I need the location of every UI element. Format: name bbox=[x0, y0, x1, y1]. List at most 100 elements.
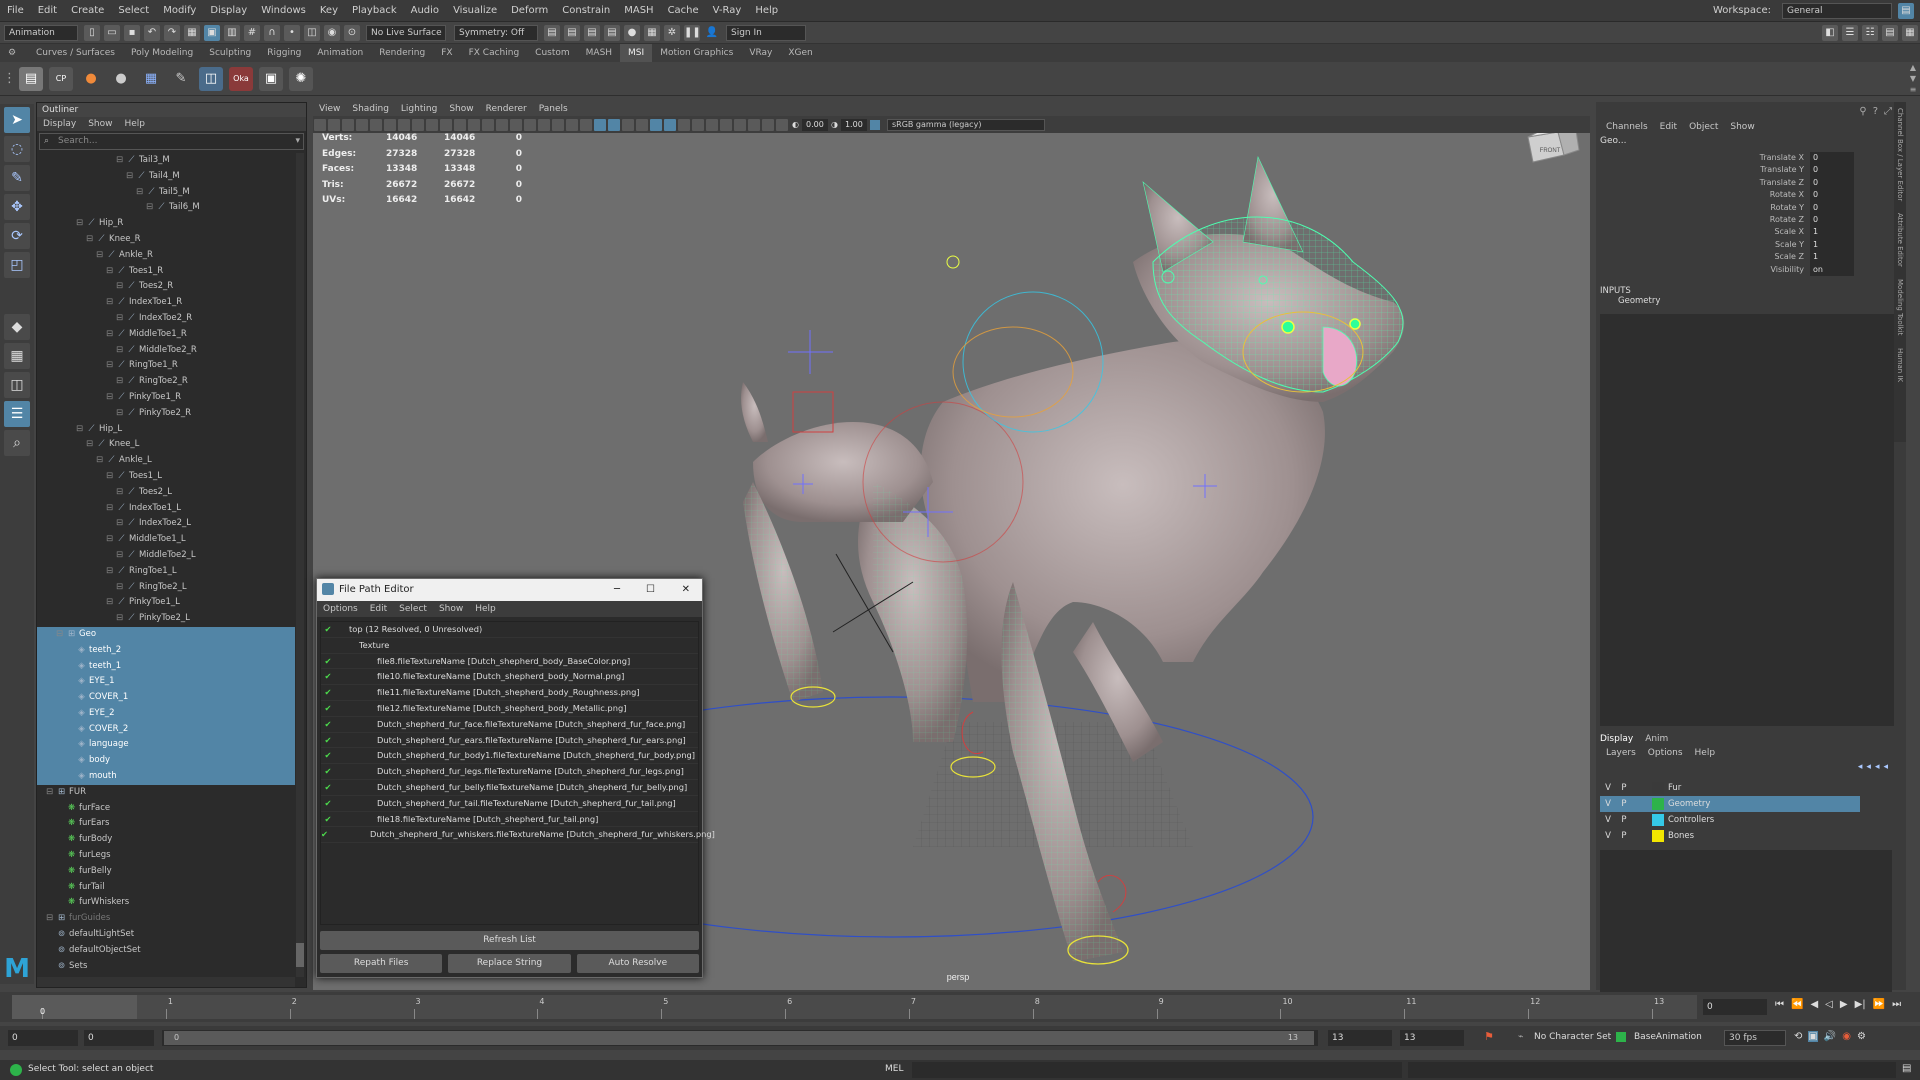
shelf-tab-polymodeling[interactable]: Poly Modeling bbox=[123, 44, 201, 62]
file-row[interactable]: ✔ file11.fileTextureName [Dutch_shepherd_… bbox=[321, 685, 698, 701]
layout-icon[interactable]: ▦ bbox=[1902, 24, 1918, 41]
layer-playback-toggle[interactable]: P bbox=[1616, 796, 1632, 812]
viewport-tool-icon[interactable] bbox=[454, 118, 466, 131]
expand-icon[interactable]: ⊟ bbox=[115, 311, 124, 327]
viewport-tool-icon[interactable] bbox=[636, 118, 648, 131]
search-options-icon[interactable]: ▾ bbox=[295, 134, 300, 149]
auto-resolve-button[interactable]: Auto Resolve bbox=[576, 954, 699, 973]
mel-label[interactable]: MEL bbox=[885, 1064, 903, 1074]
shelf-options-icon[interactable]: ⋮ bbox=[3, 67, 16, 91]
outliner-row[interactable]: ◈ EYE_2 bbox=[37, 705, 295, 722]
file-row[interactable]: ✔ file12.fileTextureName [Dutch_shepherd_… bbox=[321, 701, 698, 717]
channel-attr-row[interactable]: Scale Y 1 bbox=[1596, 238, 1854, 252]
outliner-row[interactable]: ⊟ ⟋ Knee_R bbox=[37, 232, 295, 248]
render-frame-icon[interactable]: ▤ bbox=[544, 24, 560, 41]
shelf-tab-msi[interactable]: MSI bbox=[620, 44, 653, 62]
play-forward-icon[interactable]: ▶ bbox=[1840, 999, 1848, 1010]
expand-icon[interactable]: ⊟ bbox=[135, 185, 144, 201]
expand-icon[interactable]: ⊟ bbox=[115, 153, 124, 169]
live-surface-field[interactable]: No Live Surface bbox=[366, 24, 446, 41]
expand-icon[interactable]: ⊟ bbox=[105, 390, 114, 406]
anim-start-field[interactable]: 0 bbox=[84, 1030, 154, 1046]
lasso-tool-icon[interactable]: ◌ bbox=[4, 136, 30, 162]
outliner-row[interactable]: ⊟ ⟋ Knee_L bbox=[37, 437, 295, 453]
outliner-row[interactable]: ❋ furWhiskers bbox=[37, 895, 295, 911]
dog-model[interactable] bbox=[741, 156, 1405, 965]
outliner-row[interactable]: ❋ furTail bbox=[37, 880, 295, 896]
outliner-row[interactable]: ⊟ ⟋ Toes1_L bbox=[37, 469, 295, 485]
menu-display[interactable]: Display bbox=[203, 0, 254, 22]
sound-icon[interactable]: 🔊 bbox=[1824, 1031, 1836, 1042]
fpe-menu-show[interactable]: Show bbox=[433, 601, 469, 617]
viewport-tool-icon[interactable] bbox=[762, 118, 774, 131]
fpe-menu-options[interactable]: Options bbox=[317, 601, 364, 617]
shelf-tab-fxcaching[interactable]: FX Caching bbox=[461, 44, 528, 62]
expand-icon[interactable]: ⊟ bbox=[115, 279, 124, 295]
loop-icon[interactable]: ⟲ bbox=[1794, 1031, 1802, 1042]
outliner-row[interactable]: ⊟ ⊞ FUR bbox=[37, 785, 295, 801]
paint-select-icon[interactable]: ✎ bbox=[4, 165, 30, 191]
channel-attr-value[interactable]: 0 bbox=[1810, 164, 1854, 177]
shelf-tab-custom[interactable]: Custom bbox=[527, 44, 577, 62]
repath-files-button[interactable]: Repath Files bbox=[320, 954, 443, 973]
channel-attr-row[interactable]: Rotate X 0 bbox=[1596, 189, 1854, 202]
outliner-row[interactable]: ◈ teeth_2 bbox=[37, 642, 295, 659]
outliner-row[interactable]: ⊟ ⟋ Toes1_R bbox=[37, 264, 295, 280]
outliner-row[interactable]: ⊟ ⟋ Hip_L bbox=[37, 422, 295, 438]
outliner-row[interactable]: ⊟ ⟋ IndexToe2_R bbox=[37, 311, 295, 327]
fps-dropdown[interactable]: 30 fps bbox=[1724, 1030, 1786, 1046]
shelf-oka-icon[interactable]: Oka bbox=[229, 66, 253, 91]
shelf-tab-fx[interactable]: FX bbox=[433, 44, 460, 62]
viewport-tool-icon[interactable] bbox=[594, 118, 606, 131]
range-end-field[interactable]: 13 bbox=[1400, 1030, 1464, 1046]
layer-visibility-toggle[interactable]: V bbox=[1600, 780, 1616, 796]
viewport-menu-lighting[interactable]: Lighting bbox=[395, 102, 443, 116]
layer-color-swatch[interactable] bbox=[1652, 814, 1664, 826]
viewport-tool-icon[interactable] bbox=[384, 118, 396, 131]
render-settings-icon[interactable]: ▤ bbox=[604, 24, 620, 41]
menu-visualize[interactable]: Visualize bbox=[446, 0, 504, 22]
viewport-tool-icon[interactable] bbox=[412, 118, 424, 131]
shelf-tab-curvessurfaces[interactable]: Curves / Surfaces bbox=[28, 44, 123, 62]
undo-icon[interactable]: ↶ bbox=[144, 24, 160, 41]
shelf-tab-sculpting[interactable]: Sculpting bbox=[201, 44, 259, 62]
replace-string-button[interactable]: Replace String bbox=[448, 954, 571, 973]
light-editor-icon[interactable]: ✲ bbox=[664, 24, 680, 41]
command-input[interactable] bbox=[912, 1062, 1402, 1078]
viewport-tool-icon[interactable] bbox=[314, 118, 326, 131]
file-path-editor-titlebar[interactable]: File Path Editor ─ ☐ ✕ bbox=[317, 579, 702, 601]
step-forward-key-icon[interactable]: ⏩ bbox=[1873, 999, 1885, 1010]
expand-icon[interactable]: ⊟ bbox=[45, 785, 54, 801]
channel-attr-row[interactable]: Translate X 0 bbox=[1596, 152, 1854, 165]
select-object-icon[interactable]: ▣ bbox=[204, 24, 220, 41]
expand-icon[interactable]: ⊟ bbox=[115, 374, 124, 390]
auto-key-icon[interactable]: ⚑ bbox=[1484, 1030, 1494, 1043]
expand-icon[interactable]: ⊟ bbox=[95, 248, 104, 264]
viewport-menu-view[interactable]: View bbox=[313, 102, 346, 116]
outliner-row[interactable]: ⊟ ⟋ Hip_R bbox=[37, 216, 295, 232]
viewport-tool-icon[interactable] bbox=[426, 118, 438, 131]
viewport-tool-icon[interactable] bbox=[496, 118, 508, 131]
channel-attr-value[interactable]: 1 bbox=[1810, 251, 1854, 264]
viewport-tool-icon[interactable] bbox=[608, 118, 620, 131]
layer-row[interactable]: V P Fur bbox=[1600, 780, 1860, 796]
channel-attr-value[interactable]: 1 bbox=[1810, 226, 1854, 239]
outliner-row[interactable]: ❋ furBelly bbox=[37, 864, 295, 880]
menu-modify[interactable]: Modify bbox=[156, 0, 203, 22]
channel-box-menu-object[interactable]: Object bbox=[1683, 122, 1724, 132]
viewport-menu-show[interactable]: Show bbox=[443, 102, 479, 116]
outliner-row[interactable]: ⊟ ⟋ Ankle_L bbox=[37, 453, 295, 469]
channel-attr-row[interactable]: Translate Z 0 bbox=[1596, 176, 1854, 190]
channel-box-menu-channels[interactable]: Channels bbox=[1600, 122, 1654, 132]
menu-select[interactable]: Select bbox=[111, 0, 156, 22]
viewport-tool-icon[interactable] bbox=[664, 118, 676, 131]
outliner-menu-help[interactable]: Help bbox=[118, 117, 151, 131]
channel-box-icon[interactable]: ▤ bbox=[1882, 24, 1898, 41]
shelf-ball-icon[interactable]: ● bbox=[109, 67, 133, 91]
outliner-row[interactable]: ⊚ defaultLightSet bbox=[37, 927, 295, 943]
new-scene-icon[interactable]: ▯ bbox=[84, 24, 100, 41]
layer-playback-toggle[interactable]: P bbox=[1616, 828, 1632, 844]
outliner-row[interactable]: ◈ teeth_1 bbox=[37, 658, 295, 675]
file-row[interactable]: ✔ Dutch_shepherd_fur_whiskers.fileTexture… bbox=[321, 827, 715, 844]
side-tab[interactable]: Channel Box / Layer Editor bbox=[1896, 108, 1904, 201]
